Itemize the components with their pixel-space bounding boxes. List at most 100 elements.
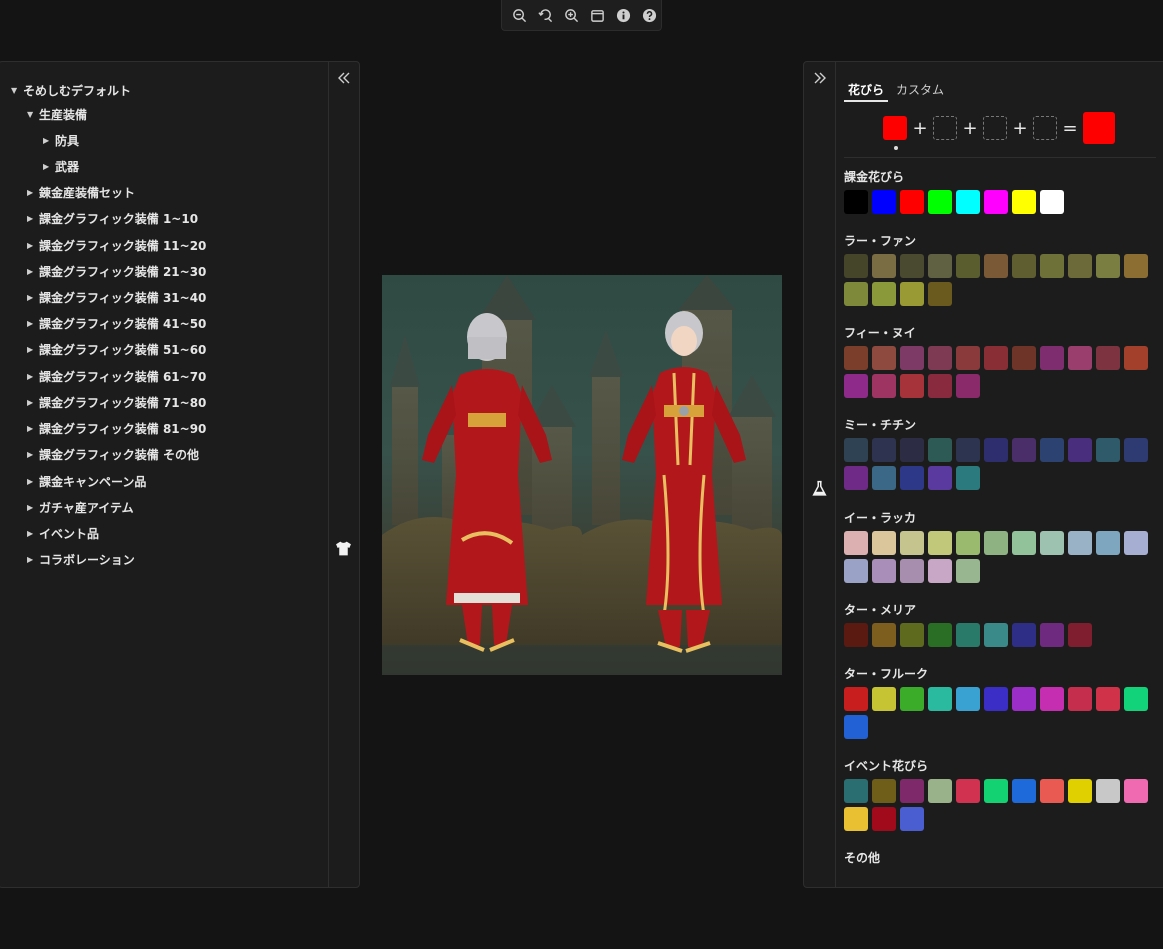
caret-down-icon[interactable]: ▼	[11, 86, 23, 95]
color-swatch[interactable]	[844, 531, 868, 555]
tree-item[interactable]: ▶ コラボレーション	[27, 550, 135, 568]
tree-item[interactable]: ▶ 課金グラフィック装備 21~30	[27, 262, 206, 280]
color-swatch[interactable]	[1068, 623, 1092, 647]
color-swatch[interactable]	[900, 190, 924, 214]
color-swatch[interactable]	[844, 715, 868, 739]
color-swatch[interactable]	[900, 779, 924, 803]
color-swatch[interactable]	[844, 282, 868, 306]
color-swatch[interactable]	[872, 282, 896, 306]
caret-down-icon[interactable]: ▼	[27, 110, 39, 119]
color-swatch[interactable]	[844, 374, 868, 398]
color-swatch[interactable]	[872, 190, 896, 214]
caret-right-icon[interactable]: ▶	[27, 293, 39, 302]
color-swatch[interactable]	[1040, 190, 1064, 214]
color-swatch[interactable]	[1096, 254, 1120, 278]
tree-item[interactable]: ▼ 生産装備	[27, 105, 87, 123]
color-swatch[interactable]	[984, 438, 1008, 462]
color-swatch[interactable]	[1068, 346, 1092, 370]
color-swatch[interactable]	[984, 254, 1008, 278]
color-swatch[interactable]	[900, 346, 924, 370]
color-swatch[interactable]	[900, 374, 924, 398]
color-swatch[interactable]	[1012, 779, 1036, 803]
tree-item[interactable]: ▶ 課金グラフィック装備 31~40	[27, 288, 206, 306]
color-swatch[interactable]	[872, 779, 896, 803]
color-swatch[interactable]	[928, 531, 952, 555]
color-swatch[interactable]	[872, 346, 896, 370]
color-swatch[interactable]	[984, 779, 1008, 803]
color-swatch[interactable]	[956, 623, 980, 647]
color-swatch[interactable]	[900, 282, 924, 306]
color-swatch[interactable]	[984, 190, 1008, 214]
caret-right-icon[interactable]: ▶	[43, 162, 55, 171]
tree-item[interactable]: ▶ 防具	[43, 131, 79, 149]
color-swatch[interactable]	[984, 623, 1008, 647]
color-swatch[interactable]	[1012, 623, 1036, 647]
info-button[interactable]	[612, 4, 634, 26]
color-swatch[interactable]	[928, 190, 952, 214]
color-swatch[interactable]	[928, 687, 952, 711]
color-swatch[interactable]	[928, 779, 952, 803]
tree-item[interactable]: ▼ そめしむデフォルト	[11, 81, 131, 99]
caret-right-icon[interactable]: ▶	[27, 188, 39, 197]
window-button[interactable]	[586, 4, 608, 26]
color-swatch[interactable]	[928, 282, 952, 306]
caret-right-icon[interactable]: ▶	[27, 503, 39, 512]
color-swatch[interactable]	[1124, 687, 1148, 711]
color-swatch[interactable]	[984, 346, 1008, 370]
color-swatch[interactable]	[1124, 438, 1148, 462]
zoom-in-button[interactable]	[560, 4, 582, 26]
color-swatch[interactable]	[956, 346, 980, 370]
color-swatch[interactable]	[1068, 254, 1092, 278]
color-swatch[interactable]	[1040, 438, 1064, 462]
tree-item[interactable]: ▶ 錬金産装備セット	[27, 183, 135, 201]
color-swatch[interactable]	[956, 531, 980, 555]
color-swatch[interactable]	[956, 466, 980, 490]
tree-item[interactable]: ▶ 課金グラフィック装備 41~50	[27, 314, 206, 332]
color-swatch[interactable]	[1040, 623, 1064, 647]
color-swatch[interactable]	[844, 466, 868, 490]
color-swatch[interactable]	[956, 779, 980, 803]
color-swatch[interactable]	[1068, 531, 1092, 555]
color-swatch[interactable]	[872, 559, 896, 583]
color-swatch[interactable]	[928, 623, 952, 647]
color-swatch[interactable]	[1096, 779, 1120, 803]
color-swatch[interactable]	[956, 438, 980, 462]
color-swatch[interactable]	[1040, 687, 1064, 711]
tree-item[interactable]: ▶ 課金キャンペーン品	[27, 472, 146, 490]
color-swatch[interactable]	[900, 466, 924, 490]
tree-item[interactable]: ▶ 課金グラフィック装備 81~90	[27, 419, 206, 437]
color-swatch[interactable]	[928, 466, 952, 490]
color-swatch[interactable]	[844, 623, 868, 647]
color-swatch[interactable]	[900, 559, 924, 583]
tree-item[interactable]: ▶ 課金グラフィック装備 1~10	[27, 209, 198, 227]
color-swatch[interactable]	[844, 687, 868, 711]
caret-right-icon[interactable]: ▶	[27, 241, 39, 250]
color-swatch[interactable]	[1124, 254, 1148, 278]
mix-slot-2[interactable]	[933, 116, 957, 140]
color-swatch[interactable]	[1096, 438, 1120, 462]
color-swatch[interactable]	[844, 438, 868, 462]
caret-right-icon[interactable]: ▶	[27, 529, 39, 538]
tree-item[interactable]: ▶ 課金グラフィック装備 61~70	[27, 367, 206, 385]
collapse-right-icon[interactable]	[812, 70, 828, 86]
color-swatch[interactable]	[984, 687, 1008, 711]
caret-right-icon[interactable]: ▶	[27, 477, 39, 486]
color-swatch[interactable]	[1012, 346, 1036, 370]
caret-right-icon[interactable]: ▶	[27, 450, 39, 459]
tab-petals[interactable]: 花びら	[844, 81, 889, 102]
caret-right-icon[interactable]: ▶	[27, 345, 39, 354]
color-swatch[interactable]	[844, 807, 868, 831]
color-swatch[interactable]	[844, 190, 868, 214]
zoom-out-button[interactable]	[508, 4, 530, 26]
color-swatch[interactable]	[956, 190, 980, 214]
color-swatch[interactable]	[844, 346, 868, 370]
color-swatch[interactable]	[900, 254, 924, 278]
color-swatch[interactable]	[844, 254, 868, 278]
mix-slot-3[interactable]	[983, 116, 1007, 140]
caret-right-icon[interactable]: ▶	[27, 555, 39, 564]
color-swatch[interactable]	[872, 466, 896, 490]
tree-item[interactable]: ▶ ガチャ産アイテム	[27, 498, 134, 516]
color-swatch[interactable]	[928, 559, 952, 583]
caret-right-icon[interactable]: ▶	[27, 319, 39, 328]
color-swatch[interactable]	[1068, 438, 1092, 462]
